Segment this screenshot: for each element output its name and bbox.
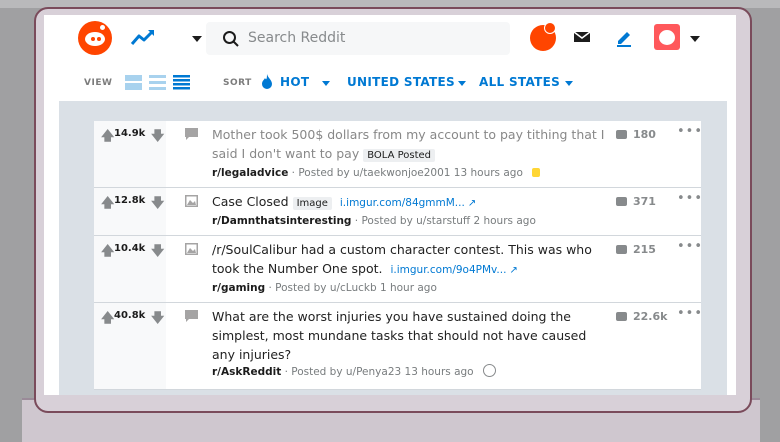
post-byline: · Posted by u/cLuckb 1 hour ago [268, 282, 437, 294]
search-input[interactable]: Search Reddit [206, 22, 510, 55]
vote-column: 🡅 12.8k 🡇 [94, 188, 166, 235]
post-flair: Image [292, 197, 332, 210]
post-title-line: What are the worst injuries you have sus… [212, 307, 612, 364]
post-byline: · Posted by u/taekwonjoe2001 13 hours ag… [291, 167, 523, 179]
more-options-icon[interactable]: ••• [677, 239, 703, 254]
post-meta: r/Damnthatsinteresting · Posted by u/sta… [212, 213, 612, 229]
reddit-logo-icon[interactable] [78, 21, 112, 55]
notification-badge [544, 22, 556, 34]
user-avatar[interactable] [654, 24, 680, 50]
external-link[interactable]: i.imgur.com/9o4PMv... [390, 264, 506, 276]
upvote-icon[interactable]: 🡅 [101, 127, 114, 149]
award-icon [482, 364, 496, 377]
compact-view-icon[interactable] [173, 75, 190, 90]
comment-icon [616, 130, 627, 139]
comment-count: 371 [633, 195, 656, 208]
more-options-icon[interactable]: ••• [677, 306, 703, 321]
vote-column: 🡅 40.8k 🡇 [94, 303, 166, 389]
user-menu-chevron-icon[interactable] [690, 36, 700, 42]
search-placeholder: Search Reddit [248, 30, 346, 46]
subreddit-link[interactable]: r/AskReddit [212, 366, 281, 378]
comments-button[interactable]: 215 [616, 243, 656, 256]
lock-icon [532, 168, 541, 177]
search-icon [223, 31, 239, 47]
post-row[interactable]: 🡅 10.4k 🡇 /r/SoulCalibur had a custom ch… [94, 236, 703, 303]
post-title-line: Case Closed Image i.imgur.com/84gmmM... ↗ [212, 192, 612, 213]
upvote-icon[interactable]: 🡅 [101, 242, 114, 264]
view-label: VIEW [84, 78, 113, 88]
image-post-icon [185, 243, 198, 255]
upvote-icon[interactable]: 🡅 [101, 194, 114, 216]
subreddit-link[interactable]: r/gaming [212, 282, 265, 294]
comments-button[interactable]: 371 [616, 195, 656, 208]
comments-button[interactable]: 22.6k [616, 310, 667, 323]
post-score: 14.9k [114, 128, 146, 139]
card-view-icon[interactable] [125, 75, 142, 90]
post-row[interactable]: 🡅 40.8k 🡇 What are the worst injuries yo… [94, 303, 703, 390]
comment-count: 215 [633, 243, 656, 256]
vote-column: 🡅 10.4k 🡇 [94, 236, 166, 302]
post-title[interactable]: Case Closed [212, 194, 289, 209]
post-meta: r/legaladvice · Posted by u/taekwonjoe20… [212, 165, 612, 181]
more-options-icon[interactable]: ••• [677, 124, 703, 139]
comments-button[interactable]: 180 [616, 128, 656, 141]
post-row[interactable]: 🡅 14.9k 🡇 Mother took 500$ dollars from … [94, 121, 703, 188]
region-dropdown[interactable]: UNITED STATES [347, 75, 455, 89]
subreddit-link[interactable]: r/Damnthatsinteresting [212, 215, 351, 227]
downvote-icon[interactable]: 🡇 [151, 194, 164, 216]
sort-chevron-icon[interactable] [322, 81, 330, 86]
more-options-icon[interactable]: ••• [677, 191, 703, 206]
comment-icon [616, 312, 627, 321]
post-content: What are the worst injuries you have sus… [212, 307, 612, 380]
post-title-line: /r/SoulCalibur had a custom character co… [212, 240, 612, 280]
post-title-line: Mother took 500$ dollars from my account… [212, 125, 612, 165]
mail-icon[interactable] [572, 29, 592, 45]
image-post-icon [185, 195, 198, 207]
top-header: Search Reddit [44, 15, 736, 63]
state-chevron-icon[interactable] [565, 81, 573, 86]
trending-icon[interactable] [130, 27, 156, 47]
post-content: /r/SoulCalibur had a custom character co… [212, 240, 612, 296]
post-byline: · Posted by u/starstuff 2 hours ago [354, 215, 536, 227]
sort-hot-dropdown[interactable]: HOT [280, 75, 309, 89]
comment-icon [616, 245, 627, 254]
classic-view-icon[interactable] [149, 75, 166, 90]
external-link-icon: ↗ [467, 198, 477, 209]
post-byline: · Posted by u/Penya23 13 hours ago [284, 366, 474, 378]
comment-count: 22.6k [633, 310, 668, 323]
post-meta: r/AskReddit · Posted by u/Penya23 13 hou… [212, 364, 612, 380]
post-list: 🡅 14.9k 🡇 Mother took 500$ dollars from … [94, 121, 703, 390]
chevron-down-icon[interactable] [192, 36, 202, 42]
post-row[interactable]: 🡅 12.8k 🡇 Case Closed Image i.imgur.com/84… [94, 188, 703, 236]
state-dropdown[interactable]: ALL STATES [479, 75, 560, 89]
post-meta: r/gaming · Posted by u/cLuckb 1 hour ago [212, 280, 612, 296]
post-title[interactable]: What are the worst injuries you have sus… [212, 309, 586, 362]
comment-count: 180 [633, 128, 656, 141]
post-score: 12.8k [114, 195, 146, 206]
subreddit-link[interactable]: r/legaladvice [212, 167, 288, 179]
vote-column: 🡅 14.9k 🡇 [94, 121, 166, 187]
post-flair: BOLA Posted [363, 149, 436, 162]
text-post-icon [185, 310, 198, 322]
feed-toolbar: VIEW SORT HOT UNITED STATES ALL STATES [44, 63, 736, 101]
external-link[interactable]: i.imgur.com/84gmmM... [340, 197, 465, 209]
upvote-icon[interactable]: 🡅 [101, 309, 114, 331]
downvote-icon[interactable]: 🡇 [151, 127, 164, 149]
post-score: 40.8k [114, 310, 146, 321]
text-post-icon [185, 128, 198, 140]
create-post-icon[interactable] [614, 27, 634, 47]
sort-label: SORT [223, 78, 252, 88]
region-chevron-icon[interactable] [458, 81, 466, 86]
external-link-icon: ↗ [509, 265, 518, 276]
flame-icon [262, 74, 272, 89]
downvote-icon[interactable]: 🡇 [151, 242, 164, 264]
comment-icon [616, 197, 627, 206]
post-score: 10.4k [114, 243, 146, 254]
feed-area: 🡅 14.9k 🡇 Mother took 500$ dollars from … [59, 101, 727, 395]
browser-screen: Search Reddit VIEW SORT HOT UNITED STATE… [44, 15, 736, 395]
post-content: Mother took 500$ dollars from my account… [212, 125, 612, 181]
post-content: Case Closed Image i.imgur.com/84gmmM... ↗ r… [212, 192, 612, 229]
downvote-icon[interactable]: 🡇 [151, 309, 164, 331]
